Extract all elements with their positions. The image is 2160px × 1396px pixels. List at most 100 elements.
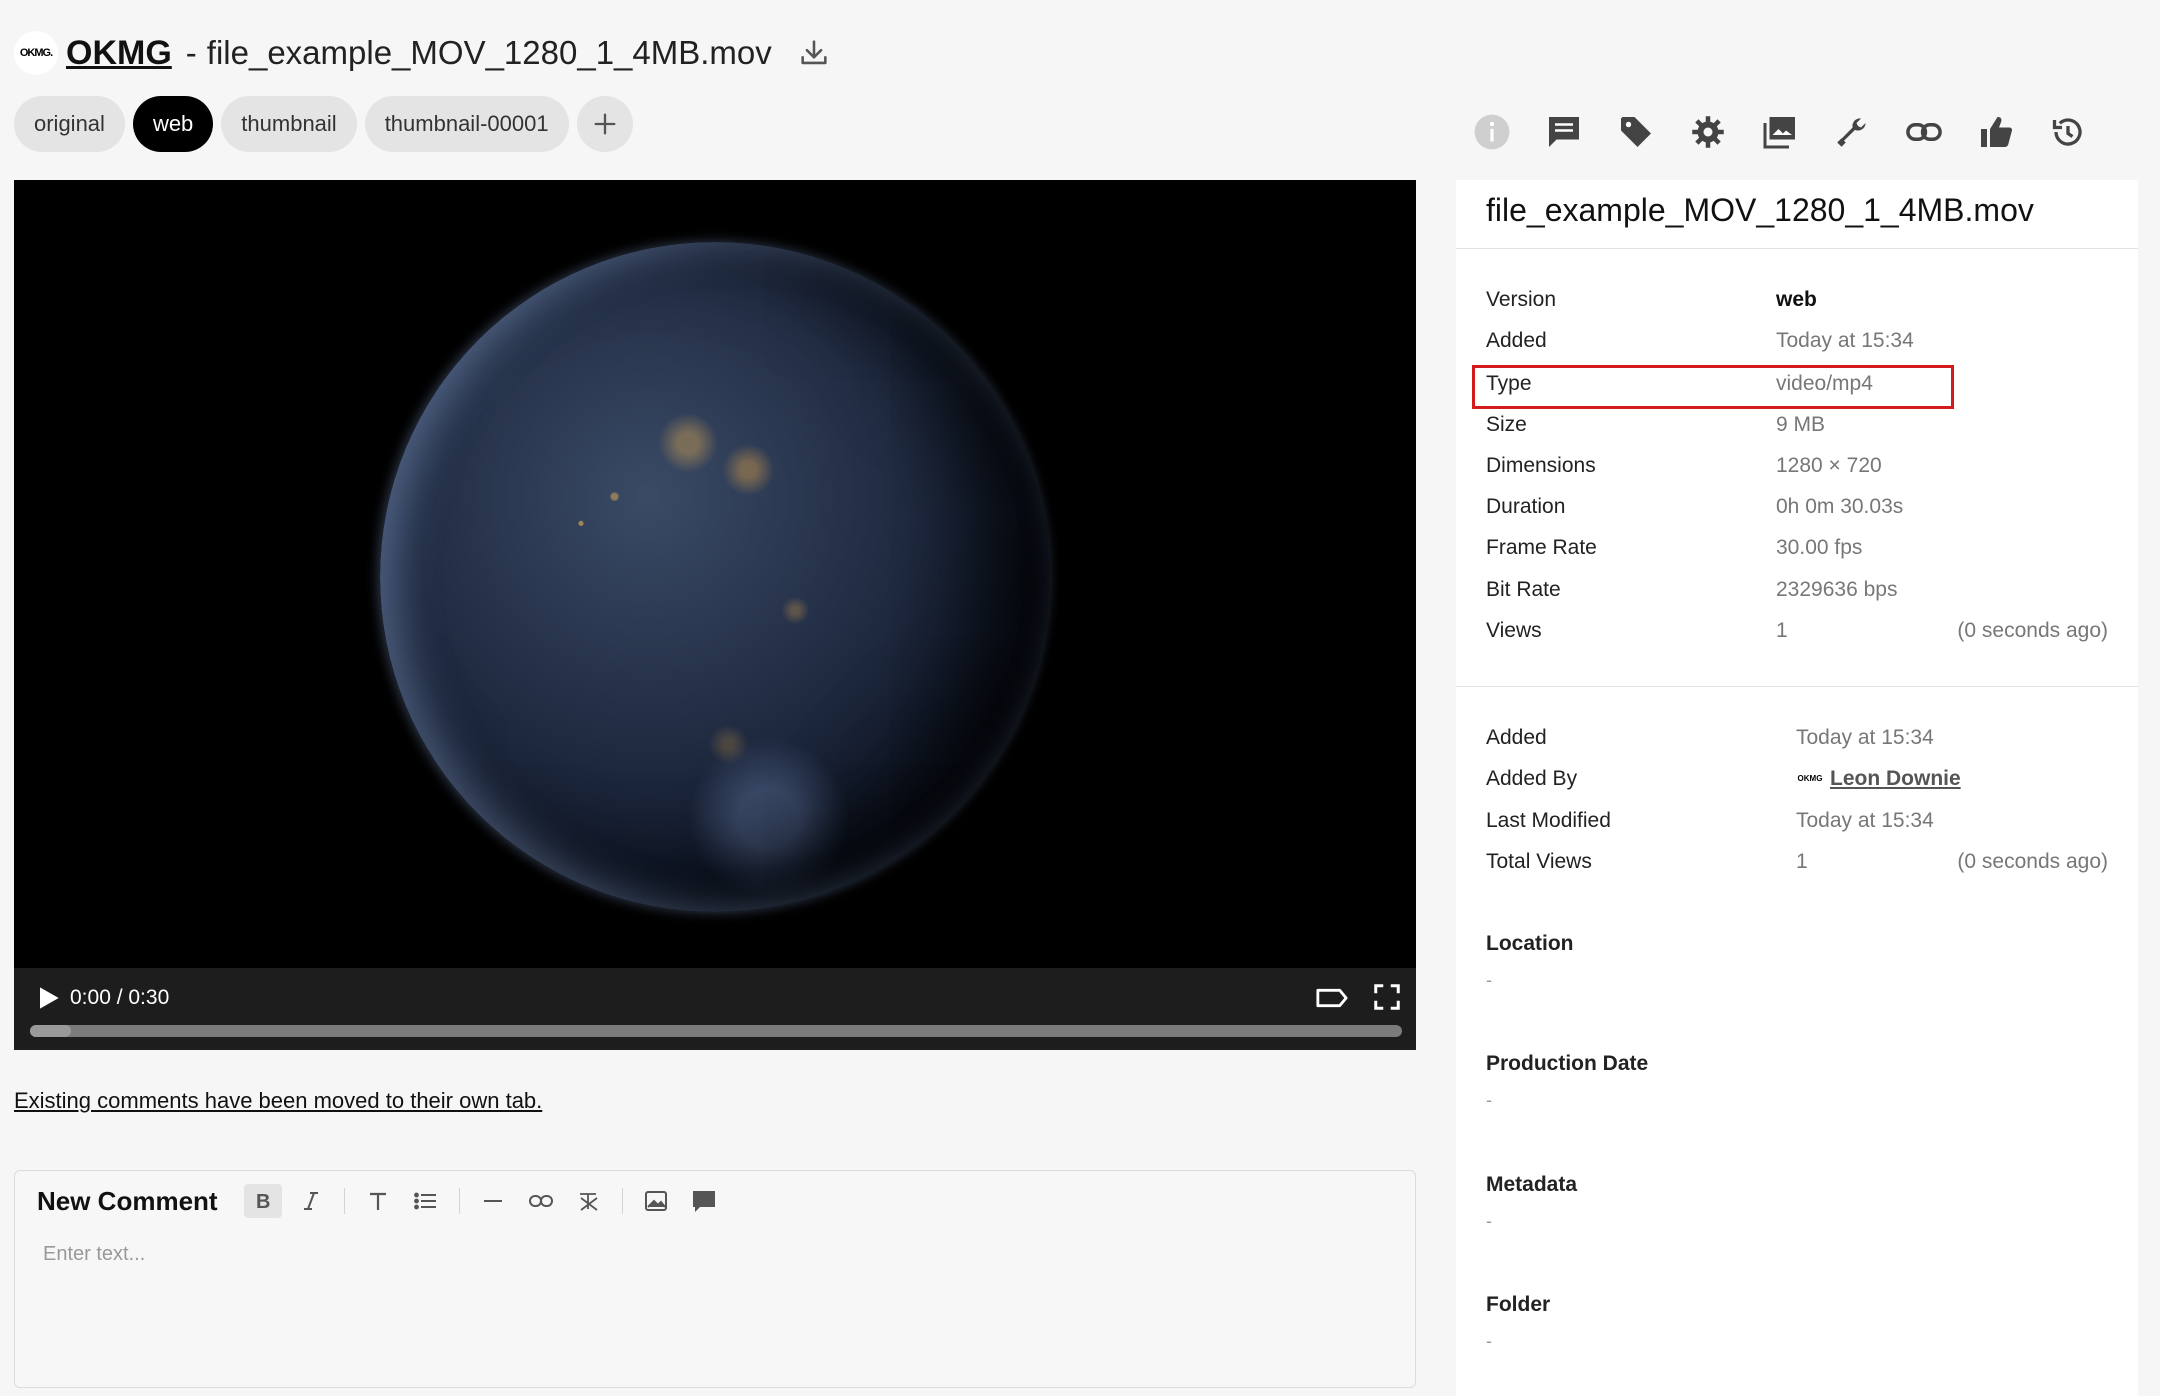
- version-tab-original[interactable]: original: [14, 96, 125, 152]
- duration-value: 0h 0m 30.03s: [1776, 495, 1904, 518]
- clear-format-icon: [579, 1193, 598, 1211]
- time-display: 0:00 / 0:30: [70, 986, 170, 1009]
- asset-added-label: Added: [1486, 726, 1547, 749]
- video-frame-earth: [380, 242, 1050, 912]
- tools-button[interactable]: [1830, 110, 1874, 154]
- version-tab-web[interactable]: web: [132, 96, 214, 152]
- download-button[interactable]: [794, 33, 834, 73]
- views-label: Views: [1486, 619, 1542, 642]
- metadata-label: Metadata: [1486, 1173, 1578, 1196]
- type-value: video/mp4: [1776, 372, 1873, 395]
- captions-icon: [1316, 988, 1348, 1008]
- bit-rate-row: Bit Rate 2329636 bps: [1486, 572, 2108, 608]
- asset-added-row: Added Today at 15:34: [1486, 720, 2108, 756]
- total-views-label: Total Views: [1486, 850, 1592, 873]
- italic-button[interactable]: [292, 1184, 330, 1218]
- play-icon: [40, 987, 59, 1009]
- history-button[interactable]: [2046, 110, 2090, 154]
- org-name-link[interactable]: OKMG: [66, 34, 172, 73]
- frame-rate-value: 30.00 fps: [1776, 536, 1863, 559]
- type-label: Type: [1486, 372, 1532, 395]
- comments-moved-link[interactable]: Existing comments have been moved to the…: [14, 1088, 542, 1114]
- toolbar-separator: [458, 1188, 460, 1214]
- last-modified-label: Last Modified: [1486, 809, 1611, 832]
- image-icon: [644, 1191, 667, 1211]
- heading-icon: [369, 1192, 386, 1210]
- new-comment-label: New Comment: [37, 1185, 218, 1216]
- insert-comment-button[interactable]: [685, 1184, 723, 1218]
- version-row: Version web: [1486, 282, 2108, 318]
- link-button[interactable]: [522, 1184, 560, 1218]
- page-header: OKMG. OKMG - file_example_MOV_1280_1_4MB…: [14, 28, 834, 78]
- duration-row: Duration 0h 0m 30.03s: [1486, 489, 2108, 525]
- frame-rate-label: Frame Rate: [1486, 536, 1597, 559]
- history-icon: [2052, 118, 2082, 146]
- tags-button[interactable]: [1614, 110, 1658, 154]
- info-icon: [1474, 114, 1510, 150]
- info-button[interactable]: [1470, 110, 1514, 154]
- frame-rate-row: Frame Rate 30.00 fps: [1486, 530, 2108, 566]
- added-by-user-link[interactable]: Leon Downie: [1830, 767, 1961, 790]
- approve-button[interactable]: [1974, 110, 2018, 154]
- added-row: Added Today at 15:34: [1486, 323, 2108, 359]
- size-row: Size 9 MB: [1486, 407, 2108, 443]
- progress-bar[interactable]: [30, 1025, 1402, 1037]
- play-button[interactable]: [32, 982, 64, 1014]
- comment-icon: [692, 1191, 715, 1212]
- comment-input[interactable]: [43, 1243, 1383, 1363]
- org-logo: OKMG.: [14, 31, 58, 75]
- size-value: 9 MB: [1776, 413, 1826, 436]
- total-views-ago: (0 seconds ago): [1957, 850, 2108, 873]
- views-ago: (0 seconds ago): [1957, 619, 2108, 642]
- divider: [1456, 686, 2138, 687]
- type-row: Type video/mp4: [1486, 366, 2108, 402]
- info-panel: file_example_MOV_1280_1_4MB.mov Version …: [1456, 180, 2138, 1396]
- version-tab-thumbnail[interactable]: thumbnail: [221, 96, 357, 152]
- added-by-value: OKMG Leon Downie: [1796, 761, 1961, 797]
- folder-value: -: [1486, 1331, 1492, 1351]
- bold-icon: B: [256, 1191, 270, 1212]
- title-separator: -: [185, 34, 197, 71]
- panel-toolbar: [1470, 110, 2090, 154]
- download-icon: [801, 40, 827, 65]
- video-player[interactable]: 0:00 / 0:30: [14, 180, 1416, 1050]
- total-views-row: Total Views 1 (0 seconds ago): [1486, 844, 2108, 880]
- bold-button[interactable]: B: [243, 1184, 282, 1218]
- settings-button[interactable]: [1686, 110, 1730, 154]
- heading-button[interactable]: [359, 1184, 397, 1218]
- image-icon: [1763, 117, 1795, 149]
- file-title: file_example_MOV_1280_1_4MB.mov: [206, 34, 772, 71]
- added-value: Today at 15:34: [1776, 329, 1914, 352]
- location-value: -: [1486, 970, 1492, 990]
- insert-image-button[interactable]: [637, 1184, 675, 1218]
- link-icon: [1906, 122, 1942, 142]
- views-row: Views 1 (0 seconds ago): [1486, 613, 2108, 649]
- add-version-button[interactable]: [576, 96, 633, 152]
- list-icon: [413, 1192, 436, 1210]
- total-views-value: 1: [1796, 850, 1808, 873]
- clear-format-button[interactable]: [570, 1184, 608, 1218]
- version-tab-thumbnail-00001[interactable]: thumbnail-00001: [364, 96, 569, 152]
- images-button[interactable]: [1758, 110, 1802, 154]
- production-date-label: Production Date: [1486, 1052, 1649, 1075]
- toolbar-separator: [343, 1188, 345, 1214]
- italic-icon: [303, 1192, 318, 1210]
- bit-rate-value: 2329636 bps: [1776, 578, 1898, 601]
- asset-added-value: Today at 15:34: [1796, 726, 1934, 749]
- share-link-button[interactable]: [1902, 110, 1946, 154]
- version-value: web: [1776, 288, 1817, 311]
- last-modified-row: Last Modified Today at 15:34: [1486, 803, 2108, 839]
- comments-tab-button[interactable]: [1542, 110, 1586, 154]
- fullscreen-button[interactable]: [1372, 982, 1404, 1014]
- version-tabs: original web thumbnail thumbnail-00001: [14, 96, 633, 152]
- dimensions-row: Dimensions 1280 × 720: [1486, 448, 2108, 484]
- tag-icon: [1621, 117, 1651, 147]
- horizontal-rule-button[interactable]: [474, 1184, 512, 1218]
- captions-button[interactable]: [1314, 982, 1350, 1014]
- comment-toolbar: New Comment B: [37, 1179, 733, 1223]
- list-button[interactable]: [407, 1184, 445, 1218]
- avatar: OKMG: [1796, 769, 1824, 790]
- dimensions-value: 1280 × 720: [1776, 454, 1882, 477]
- svg-text:B: B: [256, 1191, 270, 1212]
- comment-icon: [1549, 117, 1579, 147]
